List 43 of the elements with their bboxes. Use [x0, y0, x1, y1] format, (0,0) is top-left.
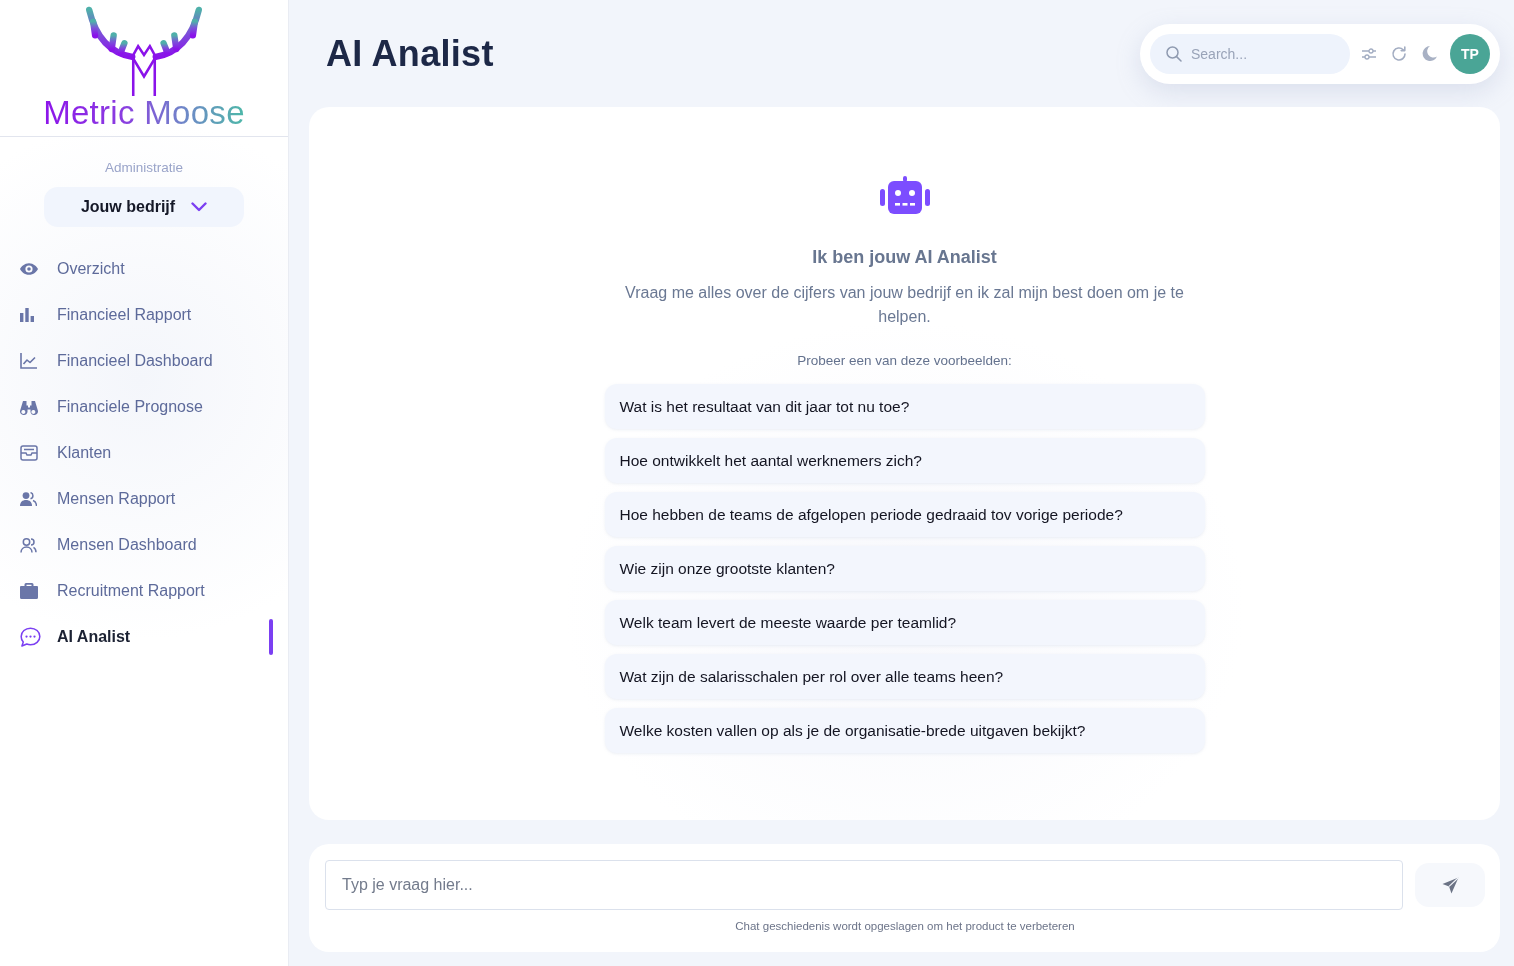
robot-icon	[879, 176, 930, 214]
example-question[interactable]: Hoe ontwikkelt het aantal werknemers zich?	[604, 438, 1205, 483]
search-icon	[1166, 45, 1182, 62]
search-field[interactable]: Search...	[1150, 33, 1350, 74]
eye-icon	[20, 263, 38, 275]
welcome-heading: Ik ben jouw AI Analist	[812, 246, 997, 269]
nav-item[interactable]: Klanten	[0, 430, 288, 476]
examples-label: Probeer een van deze voorbeelden:	[797, 352, 1012, 370]
send-button[interactable]	[1415, 863, 1485, 907]
welcome-text: Vraag me alles over de cijfers van jouw bedrijf en ik zal mijn best doen om je te helpen.	[624, 283, 1185, 327]
bar-chart-icon	[20, 308, 34, 322]
example-question[interactable]: Hoe hebben de teams de afgelopen periode gedraaid tov vorige periode?	[604, 492, 1205, 537]
example-question[interactable]: Welk team levert de meeste waarde per teamlid?	[604, 600, 1205, 645]
privacy-note: Chat geschiedenis wordt opgeslagen om het product te verbeteren	[735, 919, 1075, 934]
example-question[interactable]: Wat is het resultaat van dit jaar tot nu toe?	[604, 384, 1205, 429]
section-label: Administratie	[105, 159, 183, 177]
nav-item[interactable]: Financiele Prognose	[0, 384, 288, 430]
inbox-tray-icon	[20, 445, 38, 461]
filter-sliders-icon[interactable]	[1362, 47, 1376, 60]
briefcase-icon	[20, 583, 38, 599]
refresh-icon[interactable]	[1391, 45, 1407, 62]
nav-item[interactable]: Mensen Dashboard	[0, 522, 288, 568]
company-dropdown[interactable]: Jouw bedrijf	[44, 187, 244, 227]
message-input[interactable]: Typ je vraag hier...	[325, 860, 1403, 910]
users-outline-icon	[20, 537, 37, 553]
chat-bubble-icon	[20, 627, 41, 647]
active-indicator	[269, 619, 273, 655]
example-question[interactable]: Wat zijn de salarisschalen per rol over alle teams heen?	[604, 654, 1205, 699]
line-chart-icon	[20, 353, 37, 369]
nav-item[interactable]: Overzicht	[0, 246, 288, 292]
example-question[interactable]: Wie zijn onze grootste klanten?	[604, 546, 1205, 591]
nav-item[interactable]: Mensen Rapport	[0, 476, 288, 522]
moon-icon[interactable]	[1422, 45, 1437, 62]
users-icon	[20, 492, 37, 506]
nav-item[interactable]: Recruitment Rapport	[0, 568, 288, 614]
binoculars-icon	[20, 399, 38, 415]
nav-item[interactable]: Financieel Rapport	[0, 292, 288, 338]
nav-item[interactable]: AI Analist	[0, 614, 288, 660]
example-question[interactable]: Welke kosten vallen op als je de organisatie-brede uitgaven bekijkt?	[604, 708, 1205, 753]
nav-item[interactable]: Financieel Dashboard	[0, 338, 288, 384]
page-title: AI Analist	[326, 32, 494, 75]
chevron-down-icon	[191, 202, 208, 212]
paper-plane-icon	[1441, 876, 1459, 894]
